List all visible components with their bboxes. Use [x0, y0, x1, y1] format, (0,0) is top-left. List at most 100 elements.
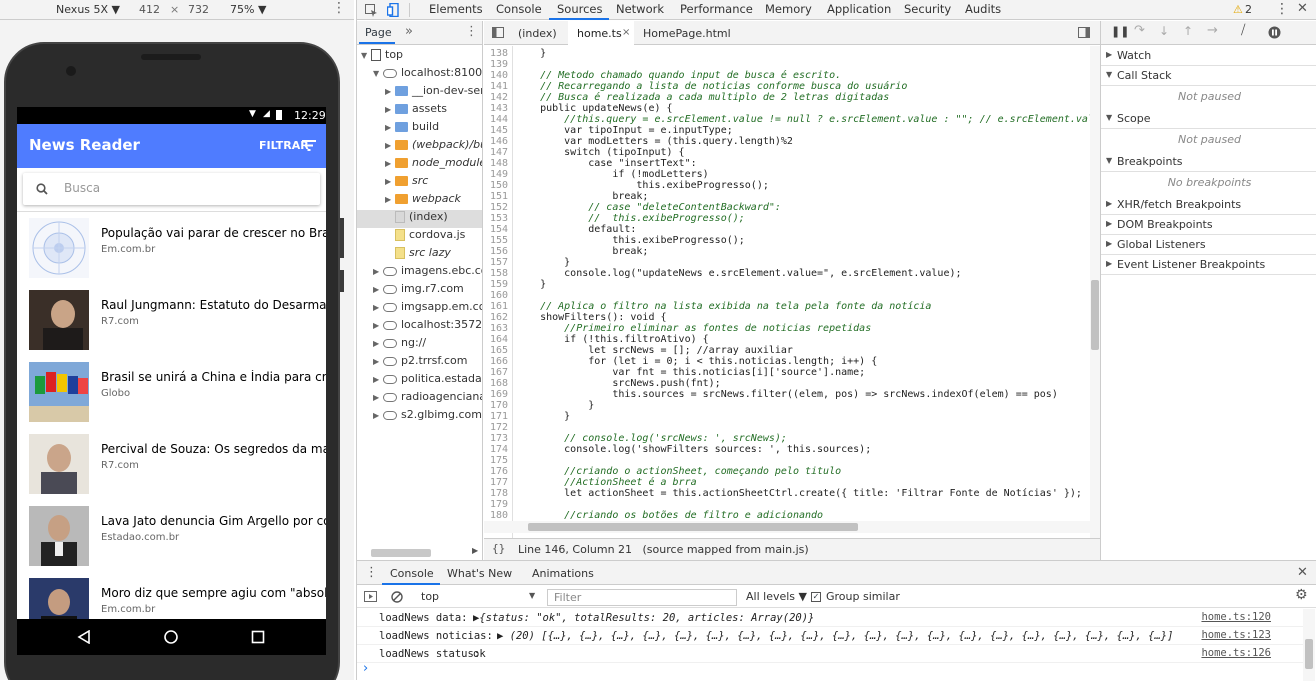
step-out-icon[interactable]: ↑	[1183, 24, 1193, 38]
code-line[interactable]: 147 switch (tipoInput) {	[484, 147, 1090, 158]
code-line[interactable]: 174 console.log('showFilters sources: ',…	[484, 444, 1090, 455]
collapse-arrow-icon[interactable]: ▶	[385, 123, 395, 132]
debugger-section-header[interactable]: ▶ Watch	[1101, 46, 1316, 66]
news-item[interactable]: Raul Jungmann: Estatuto do Desarmamento …	[17, 284, 326, 356]
tab-performance[interactable]: Performance	[680, 2, 753, 16]
line-number[interactable]: 152	[484, 202, 508, 213]
code-line[interactable]: 170 }	[484, 400, 1090, 411]
line-number[interactable]: 171	[484, 411, 508, 422]
clear-console-icon[interactable]	[391, 591, 403, 603]
code-line[interactable]: 150 this.exibeProgresso();	[484, 180, 1090, 191]
code-line[interactable]: 167 var fnt = this.noticias[i]['source']…	[484, 367, 1090, 378]
code-line[interactable]: 155 this.exibeProgresso();	[484, 235, 1090, 246]
close-tab-icon[interactable]: ×	[622, 27, 630, 38]
close-devtools-icon[interactable]: ✕	[1297, 1, 1308, 16]
console-prompt-icon[interactable]: ›	[363, 661, 368, 676]
line-number[interactable]: 153	[484, 213, 508, 224]
tree-item[interactable]: ▶ localhost:35729	[357, 318, 482, 336]
tree-item[interactable]: ▶ node_modules	[357, 156, 482, 174]
collapse-arrow-icon[interactable]: ▶	[373, 339, 383, 348]
line-number[interactable]: 170	[484, 400, 508, 411]
collapse-arrow-icon[interactable]: ▶	[385, 159, 395, 168]
line-number[interactable]: 158	[484, 268, 508, 279]
editor-tab-homepage[interactable]: HomePage.html	[643, 27, 731, 40]
collapse-arrow-icon[interactable]: ▶	[385, 141, 395, 150]
message-value[interactable]: ok	[473, 648, 486, 660]
collapse-arrow-icon[interactable]: ▶	[373, 411, 383, 420]
line-number[interactable]: 140	[484, 70, 508, 81]
tab-memory[interactable]: Memory	[765, 2, 812, 16]
device-select[interactable]: Nexus 5X ▼	[56, 3, 120, 16]
code-line[interactable]: 158 console.log("updateNews e.srcElement…	[484, 268, 1090, 279]
collapse-arrow-icon[interactable]: ▶	[373, 393, 383, 402]
tab-sources[interactable]: Sources	[557, 2, 603, 16]
back-icon[interactable]	[77, 630, 91, 644]
console-message[interactable]: loadNews data: ▶{status: "ok", totalResul…	[357, 609, 1307, 627]
code-line[interactable]: 149 if (!modLetters)	[484, 169, 1090, 180]
line-number[interactable]: 180	[484, 510, 508, 521]
line-number[interactable]: 142	[484, 92, 508, 103]
pause-icon[interactable]: ❚❚	[1111, 25, 1129, 38]
warning-count[interactable]: 2	[1245, 3, 1252, 16]
tab-console[interactable]: Console	[496, 2, 542, 16]
toggle-debugger-icon[interactable]	[1078, 27, 1090, 38]
tab-security[interactable]: Security	[904, 2, 951, 16]
line-number[interactable]: 169	[484, 389, 508, 400]
code-line[interactable]: 160	[484, 290, 1090, 301]
debugger-section-header[interactable]: ▶ XHR/fetch Breakpoints	[1101, 195, 1316, 215]
code-line[interactable]: 163 //Primeiro eliminar as fontes de not…	[484, 323, 1090, 334]
code-line[interactable]: 168 srcNews.push(fnt);	[484, 378, 1090, 389]
debugger-section-header[interactable]: ▶ DOM Breakpoints	[1101, 215, 1316, 235]
line-number[interactable]: 146	[484, 136, 508, 147]
tree-item[interactable]: ▶ webpack	[357, 192, 482, 210]
line-number[interactable]: 168	[484, 378, 508, 389]
line-number[interactable]: 139	[484, 59, 508, 70]
navigator-menu-icon[interactable]: ⋮	[465, 24, 478, 39]
pretty-print-icon[interactable]: {}	[492, 542, 505, 555]
code-line[interactable]: 161 // Aplica o filtro na lista exibida …	[484, 301, 1090, 312]
source-link[interactable]: home.ts:120	[1201, 611, 1271, 623]
code-line[interactable]: 173 // console.log('srcNews: ', srcNews)…	[484, 433, 1090, 444]
tree-item[interactable]: ▶ src	[357, 174, 482, 192]
code-line[interactable]: 144 //this.query = e.srcElement.value !=…	[484, 114, 1090, 125]
debugger-section-header[interactable]: ▼ Breakpoints	[1101, 152, 1316, 172]
tree-item[interactable]: ▼ localhost:8100	[357, 66, 482, 84]
tab-audits[interactable]: Audits	[965, 2, 1001, 16]
vertical-scrollbar[interactable]	[1090, 46, 1100, 541]
console-sidebar-icon[interactable]	[364, 591, 377, 602]
tree-item[interactable]: ▶ imgsapp.em.com.br	[357, 300, 482, 318]
filter-button[interactable]: FILTRAR	[257, 138, 323, 154]
line-number[interactable]: 144	[484, 114, 508, 125]
tree-item[interactable]: (index)	[357, 210, 482, 228]
code-line[interactable]: 152 // case "deleteContentBackward":	[484, 202, 1090, 213]
collapse-arrow-icon[interactable]: ▶	[385, 177, 395, 186]
tree-item[interactable]: ▼ top	[357, 48, 482, 66]
tree-item[interactable]: ▶ img.r7.com	[357, 282, 482, 300]
log-levels-select[interactable]: All levels ▼	[746, 590, 807, 603]
line-number[interactable]: 141	[484, 81, 508, 92]
warning-icon[interactable]: ⚠	[1233, 3, 1243, 16]
device-more-icon[interactable]: ⋮	[332, 0, 346, 16]
deactivate-breakpoints-icon[interactable]: ⧸	[1241, 23, 1245, 38]
line-number[interactable]: 159	[484, 279, 508, 290]
horizontal-scroll-thumb[interactable]	[528, 523, 858, 531]
line-number[interactable]: 157	[484, 257, 508, 268]
line-number[interactable]: 172	[484, 422, 508, 433]
collapse-arrow-icon[interactable]: ▶	[373, 285, 383, 294]
line-number[interactable]: 148	[484, 158, 508, 169]
close-drawer-icon[interactable]: ✕	[1297, 565, 1308, 580]
tab-network[interactable]: Network	[616, 2, 664, 16]
console-message[interactable]: loadNews status: ok home.ts:126	[357, 645, 1307, 663]
debugger-section-header[interactable]: ▶ Event Listener Breakpoints	[1101, 255, 1316, 275]
editor-tab-home-ts[interactable]: home.ts ×	[568, 21, 634, 45]
code-line[interactable]: 145 var tipoInput = e.inputType;	[484, 125, 1090, 136]
line-number[interactable]: 161	[484, 301, 508, 312]
expand-arrow-icon[interactable]: ▼	[373, 69, 383, 78]
news-item[interactable]: Lava Jato denuncia Gim Argello por corru…	[17, 500, 326, 572]
toggle-navigator-icon[interactable]	[492, 27, 504, 38]
code-line[interactable]: 178 let actionSheet = this.actionSheetCt…	[484, 488, 1090, 499]
source-link[interactable]: home.ts:123	[1201, 629, 1271, 641]
line-number[interactable]: 166	[484, 356, 508, 367]
code-line[interactable]: 154 default:	[484, 224, 1090, 235]
line-number[interactable]: 138	[484, 48, 508, 59]
